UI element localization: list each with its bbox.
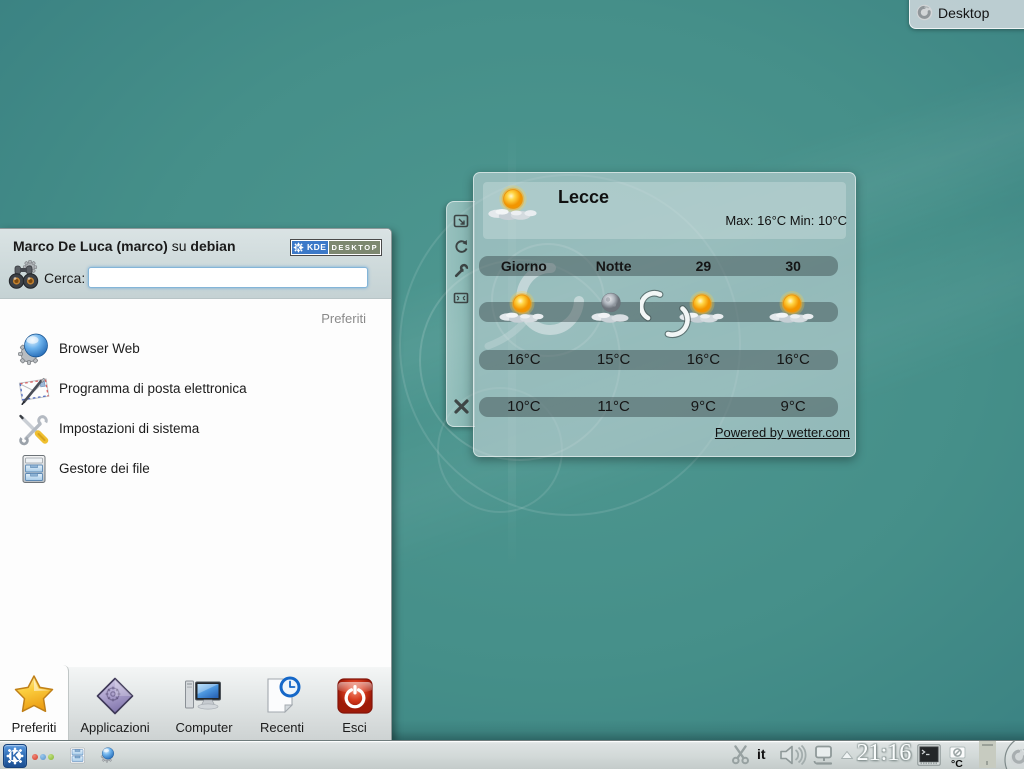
svg-text:K: K [11,749,20,763]
svg-text:°C: °C [951,758,963,769]
svg-text:K: K [296,245,301,252]
